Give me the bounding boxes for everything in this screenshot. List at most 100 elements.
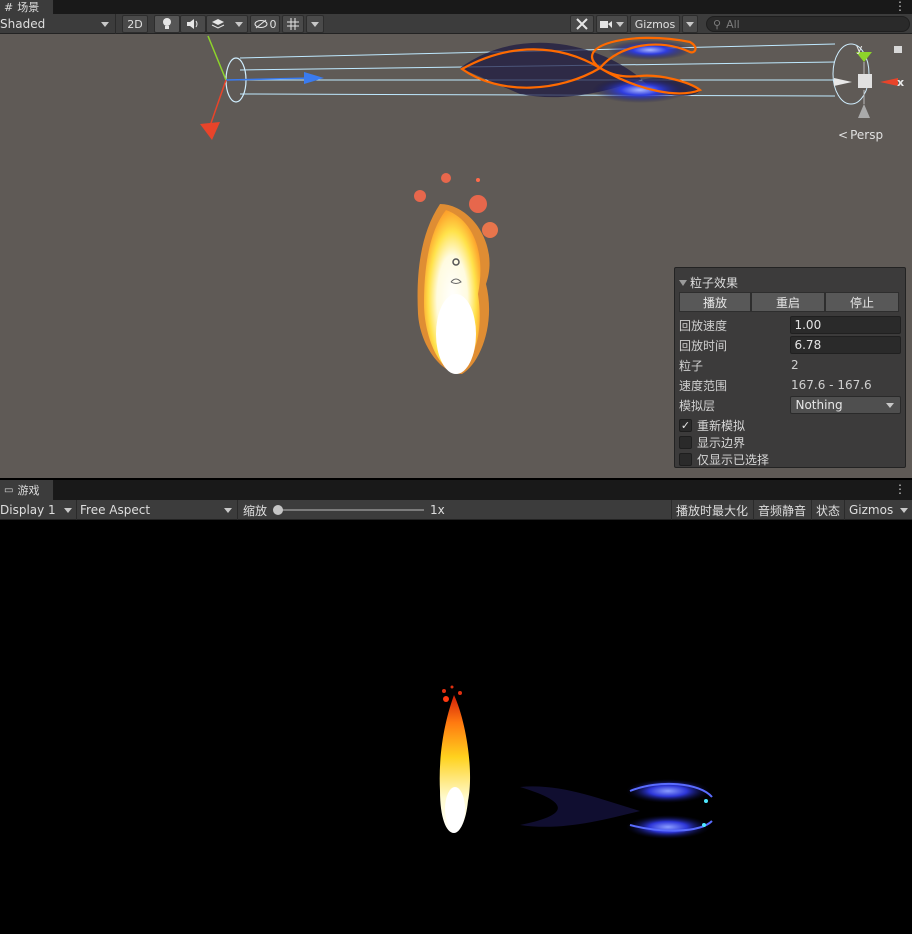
persp-label: Persp [850, 128, 884, 142]
grid-icon: # [4, 0, 14, 14]
camera-icon [600, 21, 612, 28]
chevron-down-icon [686, 21, 694, 27]
lighting-toggle-button[interactable] [154, 15, 180, 33]
chevron-down-icon [616, 21, 624, 27]
playback-speed-label: 回放速度 [679, 318, 728, 333]
speed-range-label: 速度范围 [679, 378, 728, 393]
scale-slider[interactable] [278, 509, 424, 511]
playback-speed-field[interactable]: 1.00 [790, 316, 901, 334]
divider [753, 500, 754, 520]
playback-time-row: 回放时间 6.78 [679, 336, 901, 354]
simulate-layers-label: 模拟层 [679, 398, 716, 413]
checkbox-empty-icon [679, 452, 692, 466]
fire-particle-system[interactable] [414, 173, 498, 374]
simulate-layers-dropdown[interactable]: Nothing [790, 396, 901, 414]
play-button[interactable]: 播放 [679, 292, 751, 312]
particle-effect-header[interactable]: 粒子效果 [679, 274, 738, 291]
blue-particle-system[interactable] [459, 36, 703, 103]
gamepad-icon: ▭ [4, 484, 14, 496]
scale-label: 缩放 [243, 503, 268, 518]
playback-time-label: 回放时间 [679, 338, 728, 353]
game-gizmos-dropdown[interactable] [900, 500, 908, 520]
chevron-down-icon [64, 507, 72, 513]
display-label: Display 1 [0, 503, 56, 517]
audio-toggle-button[interactable] [180, 15, 206, 33]
game-tab-bar: ▭ 游戏 ⋮ [0, 480, 912, 500]
simulate-layers-value: Nothing [795, 398, 843, 412]
transform-handles[interactable] [200, 35, 324, 140]
tab-scene[interactable]: # 场景 [0, 0, 55, 14]
resimulate-label: 重新模拟 [697, 418, 746, 433]
checkbox-empty-icon [679, 435, 692, 449]
search-placeholder: All [726, 17, 740, 31]
tab-game[interactable]: ▭ 游戏 [0, 480, 55, 500]
aspect-label: Free Aspect [80, 503, 151, 517]
camera-dropdown[interactable] [596, 15, 628, 33]
chevron-down-icon [311, 21, 319, 27]
divider [844, 500, 845, 520]
chevron-down-icon [224, 507, 232, 513]
restart-button[interactable]: 重启 [751, 292, 825, 312]
tab-scene-label: 场景 [17, 1, 40, 14]
stats-button[interactable]: 状态 [816, 500, 840, 520]
axis-y-label: y [856, 42, 863, 55]
hidden-objects-button[interactable]: 0 [250, 15, 280, 33]
playback-speed-row: 回放速度 1.00 [679, 316, 901, 334]
tools-button[interactable] [570, 15, 594, 33]
toggle-2d-button[interactable]: 2D [122, 15, 148, 33]
speaker-icon [187, 19, 198, 29]
stop-button[interactable]: 停止 [825, 292, 899, 312]
divider [671, 500, 672, 520]
game-view[interactable] [0, 521, 912, 934]
kebab-menu-icon[interactable]: ⋮ [894, 0, 906, 14]
persp-icon: < [838, 128, 849, 142]
scale-slider-handle[interactable] [273, 505, 283, 515]
divider [237, 500, 238, 520]
lightbulb-icon [163, 18, 171, 29]
scale-value: 1x [430, 503, 445, 517]
display-dropdown[interactable]: Display 1 [0, 500, 76, 520]
game-blue-particles [520, 779, 713, 839]
game-gizmos-button[interactable]: Gizmos [849, 500, 893, 520]
chevron-down-icon [886, 402, 894, 408]
tab-game-label: 游戏 [17, 484, 40, 497]
shading-mode-label: Shaded [0, 17, 46, 31]
shading-mode-dropdown[interactable]: Shaded [0, 14, 116, 34]
game-fire-particles [439, 685, 471, 833]
particle-count-value: 2 [791, 358, 799, 372]
chevron-down-icon [235, 21, 243, 27]
maximize-on-play-button[interactable]: 播放时最大化 [676, 500, 748, 520]
aspect-dropdown[interactable]: Free Aspect [80, 500, 236, 520]
game-toolbar: Display 1 Free Aspect 缩放 1x 播放时最大化 音频静音 … [0, 500, 912, 520]
hidden-count: 0 [269, 17, 277, 31]
particle-count-label: 粒子 [679, 358, 704, 373]
grid-options-dropdown[interactable] [306, 15, 324, 33]
resimulate-checkbox[interactable]: ✓ 重新模拟 [679, 417, 745, 433]
scene-search-input[interactable]: ⚲ All [706, 16, 910, 32]
grid-toggle-button[interactable] [282, 15, 304, 33]
divider [811, 500, 812, 520]
eye-slash-icon [254, 19, 267, 29]
kebab-menu-icon[interactable]: ⋮ [894, 483, 906, 497]
checkmark-icon: ✓ [679, 418, 692, 432]
foldout-arrow-icon [679, 279, 687, 286]
show-selected-only-checkbox[interactable]: 仅显示已选择 [679, 451, 769, 467]
show-bounds-checkbox[interactable]: 显示边界 [679, 434, 745, 450]
mute-audio-button[interactable]: 音频静音 [758, 500, 806, 520]
particle-effect-title: 粒子效果 [690, 276, 739, 290]
playback-time-field[interactable]: 6.78 [790, 336, 901, 354]
grid-icon [287, 18, 299, 30]
speed-range-row: 速度范围 167.6 - 167.6 [679, 376, 901, 394]
orientation-gizmo[interactable] [834, 46, 902, 118]
tools-icon [576, 18, 588, 30]
chevron-down-icon [900, 507, 908, 513]
axis-x-label: x [897, 76, 905, 89]
particle-count-row: 粒子 2 [679, 356, 901, 374]
persp-toggle[interactable]: < Persp [838, 128, 883, 142]
gizmos-dropdown[interactable] [682, 15, 698, 33]
layers-icon [211, 19, 225, 29]
gizmos-button[interactable]: Gizmos [630, 15, 680, 33]
simulate-layers-row: 模拟层 Nothing [679, 396, 901, 414]
speed-range-value: 167.6 - 167.6 [791, 378, 872, 392]
effects-dropdown[interactable] [206, 15, 248, 33]
